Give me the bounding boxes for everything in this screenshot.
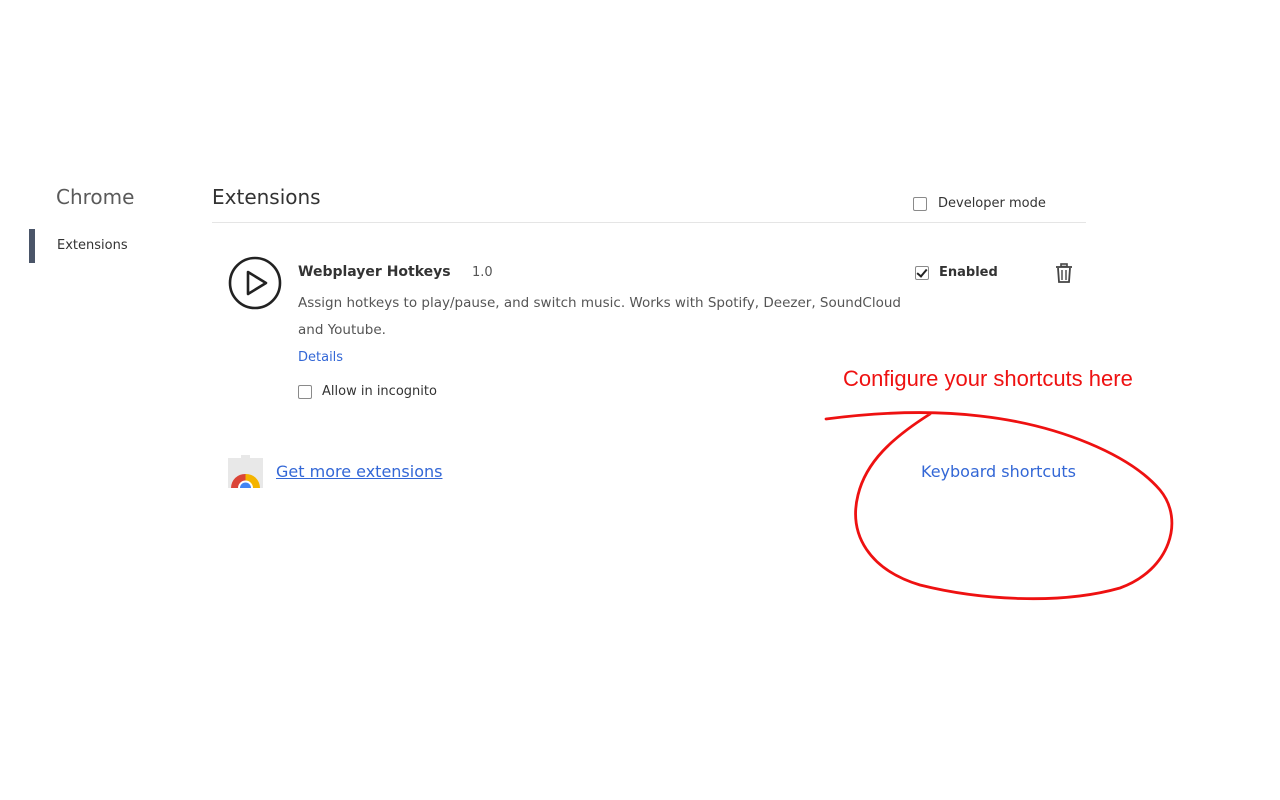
enabled-label: Enabled — [939, 265, 998, 280]
annotation-circle — [824, 411, 1174, 601]
extension-details-link[interactable]: Details — [298, 350, 343, 365]
extensions-page: Chrome Extensions Extensions Developer m… — [0, 0, 1280, 800]
header-divider — [212, 222, 1086, 223]
sidebar-item-extensions[interactable]: Extensions — [57, 238, 128, 253]
enabled-checkbox[interactable] — [915, 265, 929, 280]
developer-mode-label: Developer mode — [938, 196, 1046, 211]
keyboard-shortcuts-link[interactable]: Keyboard shortcuts — [921, 462, 1076, 481]
allow-incognito-checkbox[interactable] — [298, 384, 312, 399]
extension-description: Assign hotkeys to play/pause, and switch… — [298, 295, 901, 338]
allow-incognito-label: Allow in incognito — [322, 384, 437, 399]
get-more-extensions-link[interactable]: Get more extensions — [276, 462, 442, 481]
play-circle-icon — [228, 256, 282, 310]
page-title: Extensions — [212, 185, 321, 209]
annotation-text: Configure your shortcuts here — [843, 366, 1133, 391]
enabled-toggle[interactable]: Enabled — [915, 265, 998, 280]
sidebar-selected-indicator — [29, 229, 35, 263]
developer-mode-checkbox[interactable] — [913, 196, 927, 211]
developer-mode-toggle[interactable]: Developer mode — [913, 196, 1046, 211]
trash-icon[interactable] — [1055, 263, 1073, 283]
chrome-web-store-icon — [228, 455, 263, 488]
allow-incognito-toggle[interactable]: Allow in incognito — [298, 384, 437, 399]
extension-name: Webplayer Hotkeys — [298, 264, 451, 280]
extension-version: 1.0 — [472, 265, 493, 280]
sidebar-title: Chrome — [56, 185, 135, 209]
